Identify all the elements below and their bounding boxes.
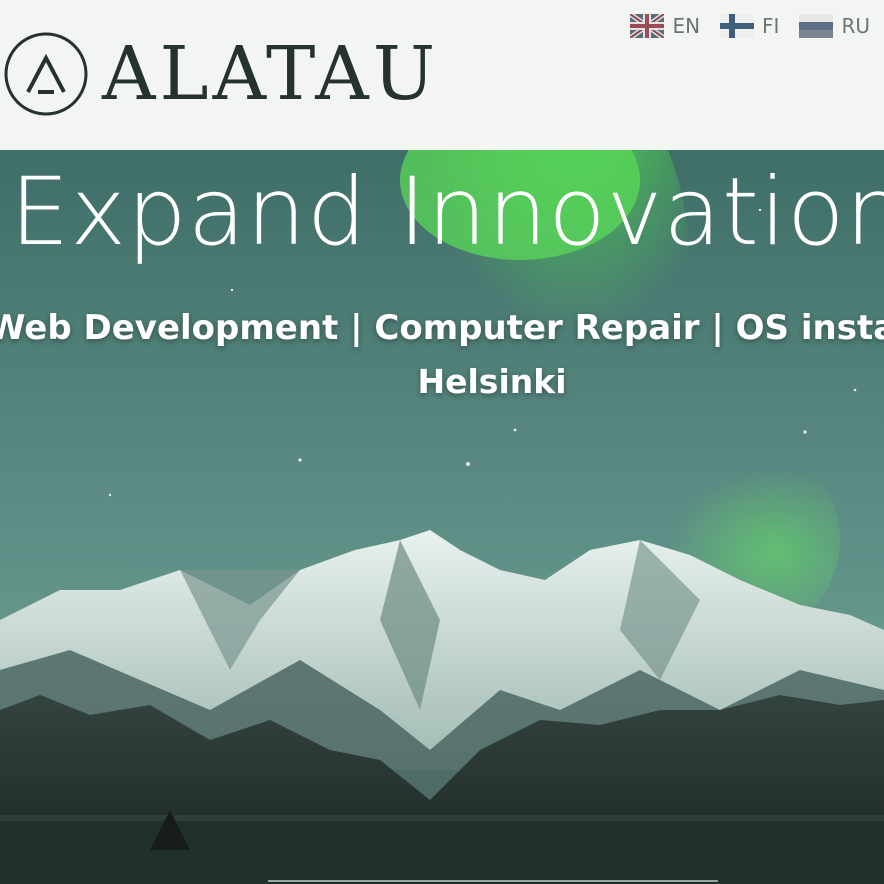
divider	[268, 880, 718, 882]
alatau-logo-icon	[4, 32, 88, 116]
brand-logo-link[interactable]: ALATAU	[2, 30, 439, 118]
language-option-en[interactable]: EN	[630, 14, 700, 38]
hero-location: Helsinki	[417, 362, 567, 401]
hero-banner: Expand Innovation Web Development | Comp…	[0, 150, 884, 884]
finland-flag-icon	[720, 14, 755, 38]
language-label: RU	[841, 14, 870, 38]
site-header: ALATAU EN FI RU	[0, 0, 884, 150]
language-label: FI	[762, 14, 780, 38]
hero-title: Expand Innovation	[10, 158, 884, 267]
russia-flag-icon	[799, 14, 834, 38]
uk-flag-icon	[630, 14, 665, 38]
brand-name: ALATAU	[102, 31, 440, 117]
language-option-ru[interactable]: RU	[799, 14, 870, 38]
language-switcher: EN FI RU	[610, 14, 870, 38]
language-label: EN	[672, 14, 701, 38]
page: ALATAU EN FI RU Expand Innovation Web De…	[0, 0, 884, 884]
language-option-fi[interactable]: FI	[720, 14, 779, 38]
hero-services-line: Web Development | Computer Repair | OS i…	[0, 308, 884, 348]
